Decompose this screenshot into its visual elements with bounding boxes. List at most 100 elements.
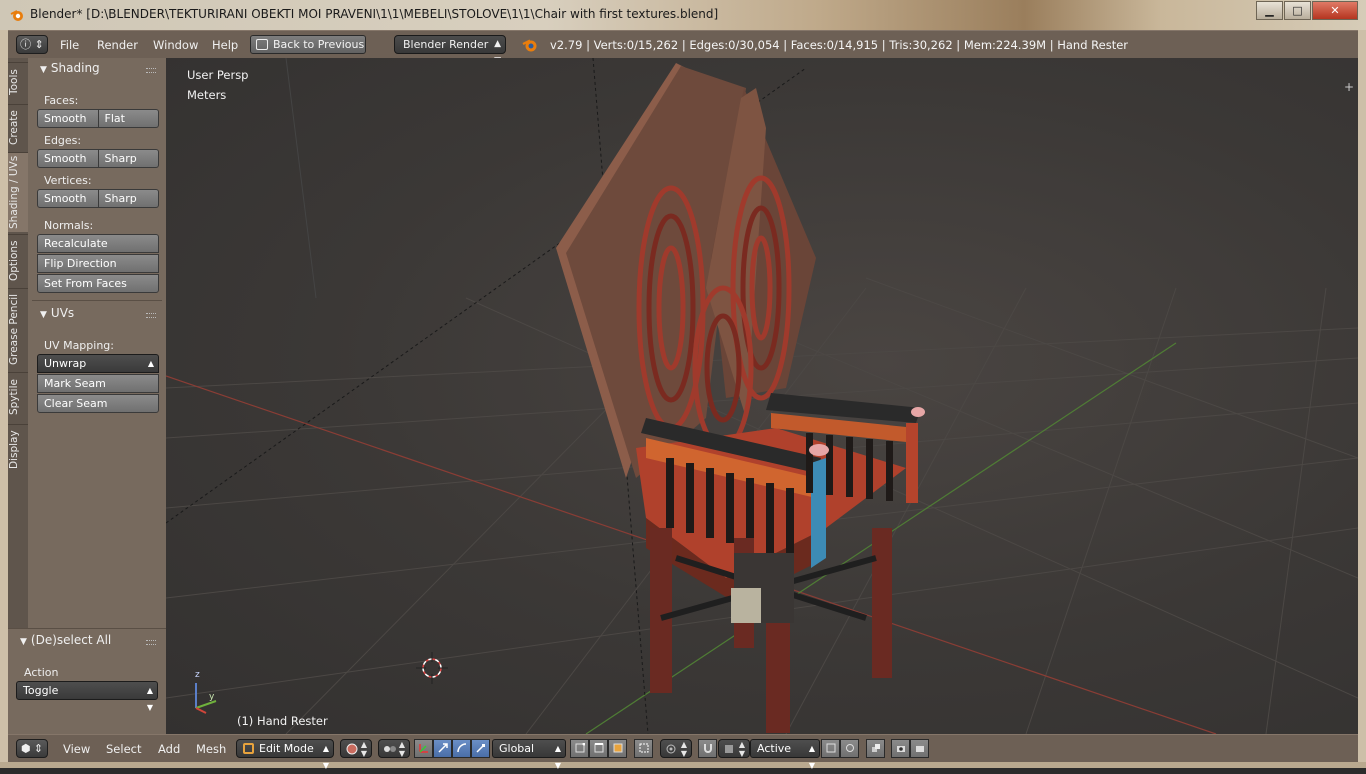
align-icon (826, 743, 836, 753)
viewport-shading-dropdown[interactable]: ▲ ▼ (340, 739, 372, 758)
vertices-sharp-button[interactable]: Sharp (98, 189, 159, 208)
panel-grip-icon[interactable] (146, 640, 156, 645)
tab-spytile[interactable]: Spytile (8, 372, 28, 422)
snap-target-dropdown[interactable]: Active ▲ ▼ (750, 739, 820, 770)
face-select-button[interactable] (608, 739, 627, 758)
snap-toggle-button[interactable] (698, 739, 717, 758)
edge-select-icon (594, 743, 604, 753)
faces-label: Faces: (44, 94, 79, 107)
menu-window[interactable]: Window (153, 38, 198, 52)
rotate-icon (457, 743, 467, 753)
screen-icon (256, 39, 268, 50)
menu-select[interactable]: Select (106, 742, 141, 756)
edges-sharp-button[interactable]: Sharp (98, 149, 159, 168)
viewport-scene (166, 58, 1358, 734)
menu-file[interactable]: File (60, 38, 79, 52)
action-dropdown[interactable]: Toggle ▲ ▼ (16, 681, 158, 712)
maximize-button[interactable]: □ (1284, 1, 1311, 20)
close-button[interactable]: ✕ (1312, 1, 1358, 20)
render-animation-button[interactable] (910, 739, 929, 758)
set-from-faces-button[interactable]: Set From Faces (37, 274, 159, 293)
dropdown-arrows-icon: ▲▼ (808, 744, 815, 770)
render-engine-dropdown[interactable]: Blender Render ▲▼ (394, 35, 506, 66)
snap-element-dropdown[interactable]: ▲ ▼ (718, 739, 750, 758)
normals-label: Normals: (44, 219, 94, 232)
unwrap-label: Unwrap (44, 357, 87, 370)
shading-panel-header[interactable]: ▼ Shading (40, 61, 100, 75)
action-label: Action (24, 666, 59, 679)
menu-help[interactable]: Help (212, 38, 238, 52)
vertex-select-icon (575, 743, 585, 753)
tool-shelf: ▼ Shading Faces: Smooth Flat Edges: Smoot… (28, 58, 166, 628)
snap-project-button[interactable] (840, 739, 859, 758)
snap-align-button[interactable] (821, 739, 840, 758)
operator-redo-panel: ▼ (De)select All Action Toggle ▲ ▼ (8, 628, 166, 734)
translate-manipulator-button[interactable] (433, 739, 452, 758)
flip-direction-button[interactable]: Flip Direction (37, 254, 159, 273)
snap-element-icon (725, 745, 733, 753)
editor-type-selector[interactable]: ⓘ ⇕ (16, 35, 48, 54)
window-border-left (0, 30, 8, 762)
face-select-icon (613, 743, 623, 753)
collapse-triangle-icon: ▼ (40, 65, 47, 75)
faces-smooth-button[interactable]: Smooth (37, 109, 99, 128)
rotate-manipulator-button[interactable] (452, 739, 471, 758)
info-header: ⓘ ⇕ File Render Window Help Back to Prev… (8, 30, 1358, 66)
copy-layers-button[interactable] (866, 739, 885, 758)
units-label: Meters (187, 88, 227, 102)
panel-grip-icon[interactable] (146, 68, 156, 73)
menu-mesh[interactable]: Mesh (196, 742, 226, 756)
editor-type-selector-3d[interactable]: ⬢ ⇕ (16, 739, 48, 758)
tab-tools[interactable]: Tools (8, 62, 28, 102)
tab-options[interactable]: Options (8, 234, 28, 286)
vertices-smooth-button[interactable]: Smooth (37, 189, 99, 208)
occlude-geometry-button[interactable] (634, 739, 653, 758)
tab-grease-pencil[interactable]: Grease Pencil (8, 288, 28, 370)
tab-create[interactable]: Create (8, 104, 28, 150)
uvs-panel-title: UVs (50, 306, 75, 320)
edges-smooth-button[interactable]: Smooth (37, 149, 99, 168)
clear-seam-button[interactable]: Clear Seam (37, 394, 159, 413)
tab-display[interactable]: Display (8, 424, 28, 474)
menu-add[interactable]: Add (158, 742, 180, 756)
blender-logo-icon (522, 39, 537, 52)
manipulator-toggle-button[interactable] (414, 739, 433, 758)
manipulator-icon (419, 744, 428, 753)
view-name-label: User Persp (187, 68, 249, 82)
menu-view[interactable]: View (63, 742, 90, 756)
faces-flat-button[interactable]: Flat (98, 109, 159, 128)
minimize-button[interactable]: ▁ (1256, 1, 1283, 20)
operator-panel-header[interactable]: ▼ (De)select All (20, 633, 111, 647)
panel-grip-icon[interactable] (146, 313, 156, 318)
pivot-point-dropdown[interactable]: ▲ ▼ (378, 739, 410, 758)
transform-orientation-dropdown[interactable]: Global ▲ ▼ (492, 739, 566, 770)
guide-line (285, 58, 317, 299)
camera-icon (897, 746, 905, 752)
recalculate-button[interactable]: Recalculate (37, 234, 159, 253)
unwrap-dropdown[interactable]: Unwrap ▲▼ (37, 354, 159, 385)
3d-viewport[interactable]: User Persp Meters (1) Hand Rester z y + (166, 58, 1358, 734)
mark-seam-button[interactable]: Mark Seam (37, 374, 159, 393)
vertices-button-row: Smooth Sharp (37, 189, 159, 208)
arrow-icon (438, 743, 448, 753)
region-expand-icon[interactable]: + (1344, 80, 1354, 94)
tab-shading-uvs[interactable]: Shading / UVs (8, 152, 28, 232)
edge-select-button[interactable] (589, 739, 608, 758)
magnet-icon (704, 744, 712, 753)
dropdown-arrows-icon: ▲▼ (398, 740, 405, 758)
vertex-select-button[interactable] (570, 739, 589, 758)
interaction-mode-dropdown[interactable]: Edit Mode ▲ ▼ (236, 739, 334, 770)
render-still-button[interactable] (891, 739, 910, 758)
layers-icon (872, 744, 880, 752)
gizmo-y-label: y (209, 692, 215, 702)
proportional-editing-dropdown[interactable]: ▲ ▼ (660, 739, 692, 758)
dropdown-arrows-icon: ▲▼ (146, 686, 153, 712)
edges-label: Edges: (44, 134, 82, 147)
scale-manipulator-button[interactable] (471, 739, 490, 758)
chair-model[interactable] (556, 63, 925, 733)
dropdown-arrows-icon: ▲▼ (738, 740, 745, 758)
menu-render[interactable]: Render (97, 38, 138, 52)
uvs-panel-header[interactable]: ▼ UVs (40, 306, 74, 320)
back-to-previous-button[interactable]: Back to Previous (250, 35, 366, 54)
3d-cursor-icon[interactable] (416, 652, 448, 684)
